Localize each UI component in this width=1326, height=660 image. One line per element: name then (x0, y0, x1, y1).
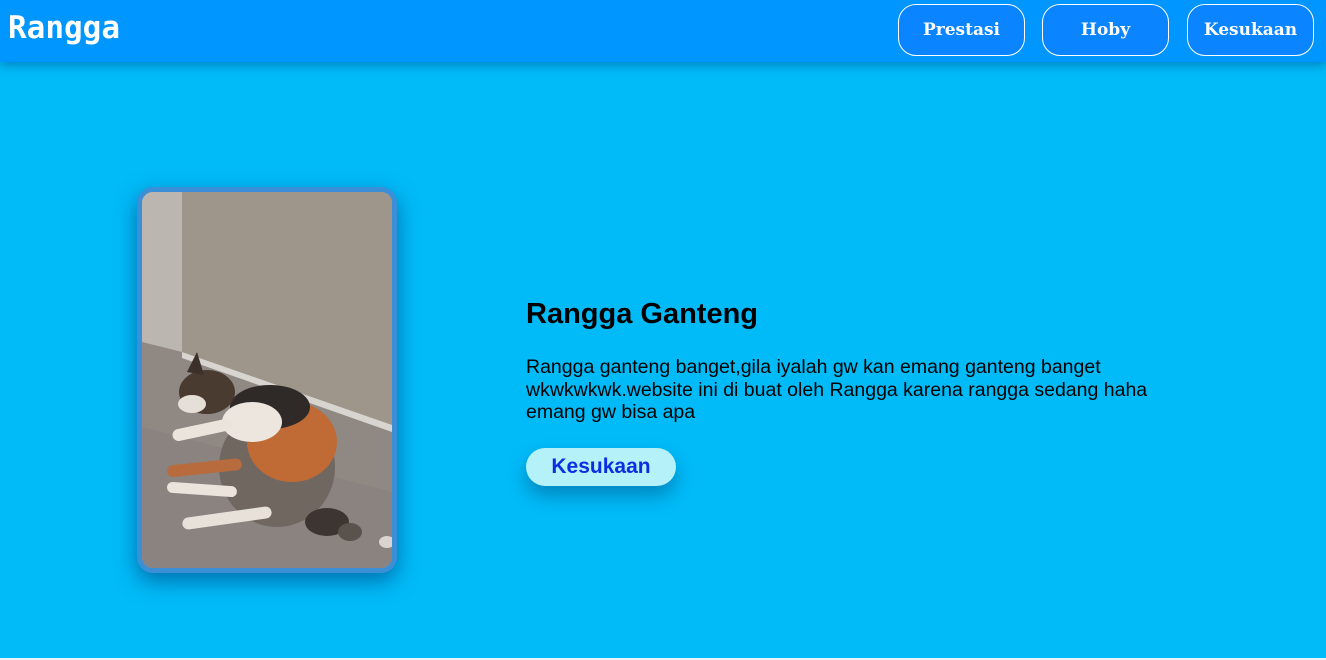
hero-description: Rangga ganteng banget,gila iyalah gw kan… (526, 356, 1148, 423)
nav-button-kesukaan[interactable]: Kesukaan (1187, 4, 1314, 56)
cat-photo-image (142, 192, 392, 568)
site-brand[interactable]: Rangga (8, 8, 120, 48)
navbar: Rangga Prestasi Hoby Kesukaan (0, 0, 1326, 62)
profile-photo (137, 187, 397, 573)
kesukaan-button[interactable]: Kesukaan (526, 448, 676, 486)
hero-title: Rangga Ganteng (526, 298, 759, 330)
nav-button-hoby[interactable]: Hoby (1042, 4, 1169, 56)
nav-button-prestasi[interactable]: Prestasi (898, 4, 1025, 56)
hero-content: Rangga Ganteng Rangga ganteng banget,gil… (526, 294, 1186, 424)
